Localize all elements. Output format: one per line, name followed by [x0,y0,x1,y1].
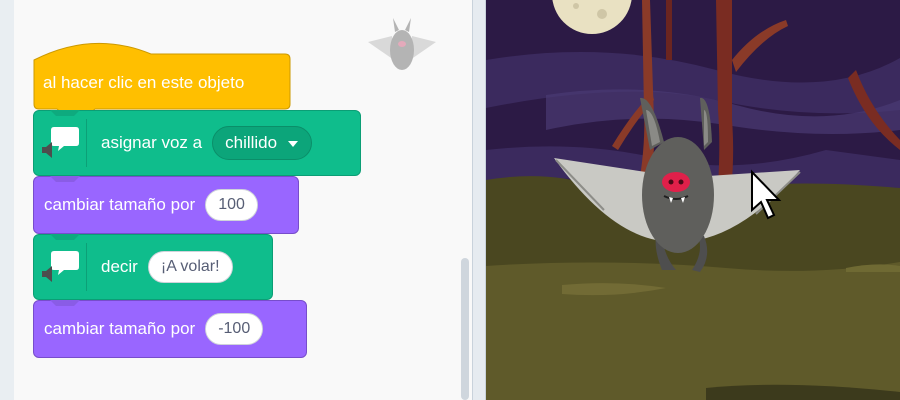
change-size-block[interactable]: cambiar tamaño por 100 [33,176,299,234]
code-area[interactable]: al hacer clic en este objeto asignar voz… [0,0,472,400]
hat-block-label: al hacer clic en este objeto [43,73,245,92]
pane-divider [472,0,486,400]
size-change-input[interactable]: 100 [205,189,258,221]
change-size-block-2[interactable]: cambiar tamaño por -100 [33,300,307,358]
size-change-input-2[interactable]: -100 [205,313,264,345]
voice-dropdown[interactable]: chillido [212,126,313,160]
set-voice-block[interactable]: asignar voz a chillido [33,110,361,176]
stage-backdrop [486,0,900,400]
bat-sprite-icon [368,18,436,70]
code-area-edge [0,0,14,400]
change-size-label: cambiar tamaño por [44,195,196,214]
vertical-scrollbar[interactable] [461,258,469,400]
dropdown-arrow-icon [287,133,299,153]
say-text-input[interactable]: ¡A volar! [147,251,233,283]
stage[interactable] [486,0,900,400]
voice-dropdown-value: chillido [225,133,278,152]
set-voice-label: asignar voz a [101,133,203,152]
speech-bubble-speaker-icon [34,243,87,291]
say-label: decir [101,257,138,276]
when-this-sprite-clicked-block[interactable]: al hacer clic en este objeto [33,30,291,110]
speech-bubble-speaker-icon [34,119,87,167]
hat-block-shape [33,42,291,110]
say-block[interactable]: decir ¡A volar! [33,234,273,300]
change-size-label-2: cambiar tamaño por [44,319,196,338]
